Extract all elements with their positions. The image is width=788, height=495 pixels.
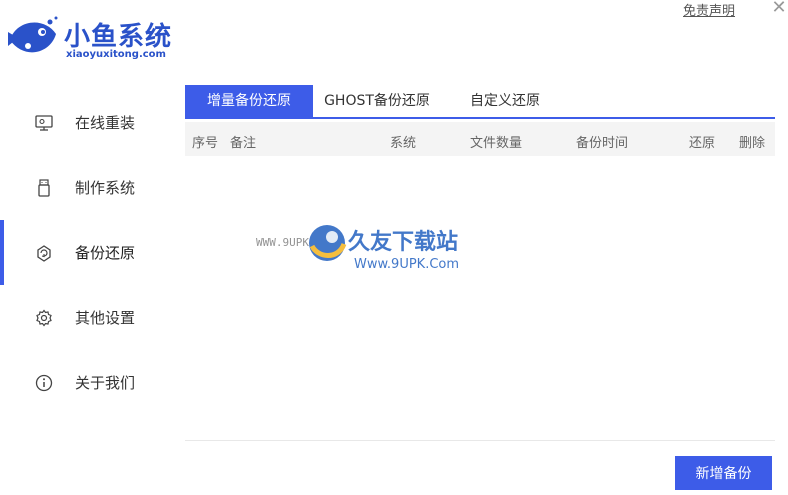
tab-incremental-backup[interactable]: 增量备份还原 (185, 85, 313, 117)
column-header-system: 系统 (390, 136, 417, 151)
sidebar-item-about-us[interactable]: 关于我们 (0, 350, 170, 415)
tab-bar: 增量备份还原 GHOST备份还原 自定义还原 (185, 85, 775, 119)
column-header-delete: 删除 (739, 136, 766, 151)
column-header-index: 序号 (192, 136, 219, 151)
column-header-backup-time: 备份时间 (576, 136, 629, 151)
sidebar-item-other-settings[interactable]: 其他设置 (0, 285, 170, 350)
gear-icon (36, 309, 52, 327)
sidebar-item-label: 其他设置 (75, 309, 136, 327)
column-header-note: 备注 (230, 136, 257, 151)
fish-logo-icon (8, 16, 58, 53)
monitor-icon (35, 115, 53, 131)
usb-drive-icon (38, 179, 50, 197)
divider (185, 440, 775, 441)
column-header-file-count: 文件数量 (470, 136, 523, 151)
sidebar: 在线重装 制作系统 备份还原 其他设置 关于我们 (0, 90, 170, 415)
globe-logo-icon (309, 225, 347, 261)
sidebar-item-online-reinstall[interactable]: 在线重装 (0, 90, 170, 155)
sidebar-item-label: 制作系统 (75, 179, 136, 197)
info-icon (35, 374, 53, 392)
sidebar-item-label: 备份还原 (75, 244, 136, 262)
watermark-url: Www.9UPK.Com (354, 257, 460, 272)
app-title: 小鱼系统 (64, 22, 173, 52)
sidebar-item-backup-restore[interactable]: 备份还原 (0, 220, 170, 285)
column-header-restore: 还原 (689, 136, 716, 151)
tab-custom-restore[interactable]: 自定义还原 (441, 85, 569, 117)
watermark: WWW.9UPK.COM 久友下载站 Www.9UPK.Com (256, 200, 516, 290)
disclaimer-link[interactable]: 免责声明 (683, 0, 735, 19)
watermark-title: 久友下载站 (348, 230, 459, 255)
close-icon[interactable]: ✕ (770, 0, 788, 18)
sidebar-item-label: 在线重装 (75, 114, 136, 132)
sidebar-item-label: 关于我们 (75, 374, 136, 392)
sidebar-item-make-system[interactable]: 制作系统 (0, 155, 170, 220)
table-header: 序号 备注 系统 文件数量 备份时间 还原 删除 (185, 122, 775, 156)
new-backup-button[interactable]: 新增备份 (675, 456, 772, 490)
app-subtitle: xiaoyuxitong.com (66, 49, 166, 60)
app-logo: 小鱼系统 xiaoyuxitong.com (6, 12, 176, 64)
backup-restore-icon (37, 245, 51, 262)
tab-ghost-backup[interactable]: GHOST备份还原 (313, 85, 441, 117)
